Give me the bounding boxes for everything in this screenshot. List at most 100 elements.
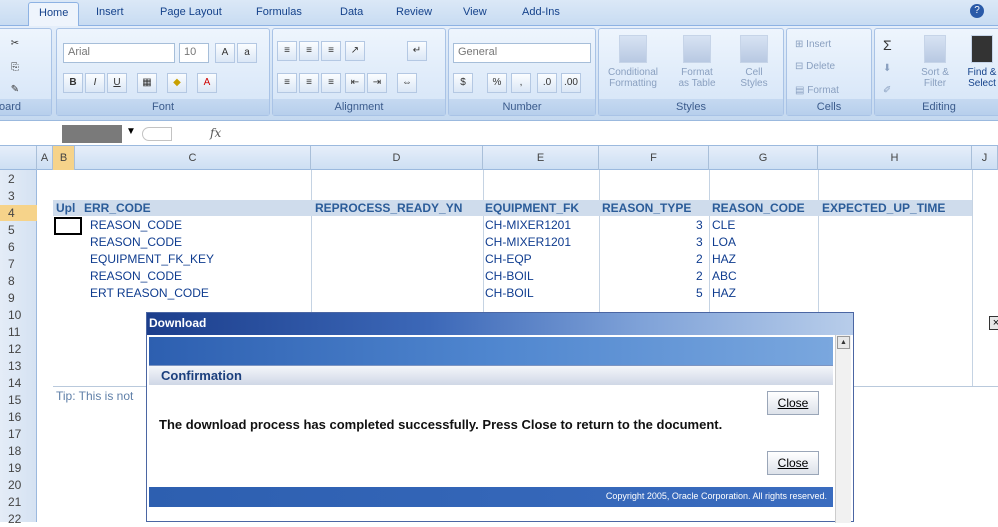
tab-page-layout[interactable]: Page Layout [160,6,222,18]
tab-home[interactable]: Home [28,2,80,27]
find-select-button[interactable]: Find & Select [959,35,998,89]
column-header-g[interactable]: G [709,146,818,170]
equipment-cell[interactable]: CH-EQP [485,251,532,267]
row-header[interactable]: 7 [0,256,37,272]
tab-add-ins[interactable]: Add-Ins [522,6,560,18]
grow-font-button[interactable]: A [215,43,235,63]
row-header[interactable]: 15 [0,392,37,408]
row-header[interactable]: 14 [0,375,37,391]
increase-indent-icon[interactable]: ⇥ [367,73,387,93]
name-box[interactable] [62,125,122,143]
row-header[interactable]: 10 [0,307,37,323]
autosum-button[interactable]: Σ [883,37,892,53]
row-header[interactable]: 4 [0,205,37,221]
font-color-icon[interactable]: A [197,73,217,93]
decrease-indent-icon[interactable]: ⇤ [345,73,365,93]
increase-decimal-icon[interactable]: .0 [537,73,557,93]
currency-button[interactable]: $ [453,73,473,93]
tab-data[interactable]: Data [340,6,363,18]
row-header[interactable]: 13 [0,358,37,374]
delete-cells-button[interactable]: ⊟ Delete [795,61,835,72]
close-button-top[interactable]: Close [767,391,819,415]
row-header[interactable]: 3 [0,188,37,204]
err-code-cell[interactable]: REASON_CODE [90,268,182,284]
row-header[interactable]: 5 [0,222,37,238]
row-header[interactable]: 18 [0,443,37,459]
row-header[interactable]: 17 [0,426,37,442]
percent-button[interactable]: % [487,73,507,93]
wrap-text-icon[interactable]: ↵ [407,41,427,61]
formula-input[interactable] [230,125,990,143]
insert-function-icon[interactable]: fx [210,126,221,140]
comma-button[interactable]: , [511,73,531,93]
row-header[interactable]: 11 [0,324,37,340]
align-center-icon[interactable]: ≡ [299,73,319,93]
close-icon[interactable]: × [989,316,998,330]
equipment-cell[interactable]: CH-MIXER1201 [485,234,571,250]
format-cells-button[interactable]: ▤ Format [795,85,839,96]
column-header-d[interactable]: D [311,146,483,170]
orientation-icon[interactable]: ↗ [345,41,365,61]
merge-center-icon[interactable]: ⇔ [397,73,417,93]
reason-type-cell[interactable]: 2 [696,251,703,267]
err-code-cell[interactable]: EQUIPMENT_FK_KEY [90,251,214,267]
formula-bar-expander[interactable] [142,127,172,141]
reason-code-cell[interactable]: HAZ [712,285,736,301]
decrease-decimal-icon[interactable]: .00 [561,73,581,93]
dialog-scrollbar[interactable]: ▲ [835,335,851,523]
column-header-f[interactable]: F [599,146,709,170]
row-header[interactable]: 19 [0,460,37,476]
sort-filter-button[interactable]: Sort & Filter [913,35,957,89]
tab-review[interactable]: Review [396,6,432,18]
close-button-bottom[interactable]: Close [767,451,819,475]
err-code-cell[interactable]: ERT REASON_CODE [90,285,209,301]
align-left-icon[interactable]: ≡ [277,73,297,93]
row-header[interactable]: 20 [0,477,37,493]
fill-color-icon[interactable]: ◆ [167,73,187,93]
cut-icon[interactable]: ✂ [5,35,25,55]
font-name-select[interactable]: Arial [63,43,175,63]
column-header-j[interactable]: J [972,146,998,170]
reason-code-cell[interactable]: ABC [712,268,737,284]
format-painter-icon[interactable]: ✎ [5,81,25,101]
equipment-cell[interactable]: CH-MIXER1201 [485,217,571,233]
column-header-h[interactable]: H [818,146,972,170]
reason-type-cell[interactable]: 3 [696,217,703,233]
err-code-cell[interactable]: REASON_CODE [90,217,182,233]
row-header[interactable]: 9 [0,290,37,306]
column-header-a[interactable]: A [37,146,53,170]
row-header[interactable]: 12 [0,341,37,357]
align-top-icon[interactable]: ≡ [277,41,297,61]
reason-type-cell[interactable]: 2 [696,268,703,284]
bold-button[interactable]: B [63,73,83,93]
fill-icon[interactable]: ⬇ [883,63,891,74]
column-header-e[interactable]: E [483,146,599,170]
help-icon[interactable]: ? [970,4,984,18]
column-header-b[interactable]: B [53,146,75,170]
select-all-corner[interactable] [0,146,37,170]
equipment-cell[interactable]: CH-BOIL [485,268,534,284]
row-header[interactable]: 21 [0,494,37,510]
row-header[interactable]: 22 [0,511,37,527]
row-header[interactable]: 6 [0,239,37,255]
column-header-c[interactable]: C [75,146,311,170]
align-middle-icon[interactable]: ≡ [299,41,319,61]
font-size-select[interactable]: 10 [179,43,209,63]
reason-type-cell[interactable]: 5 [696,285,703,301]
align-right-icon[interactable]: ≡ [321,73,341,93]
format-as-table-button[interactable]: Format as Table [671,35,723,89]
clear-icon[interactable]: ✐ [883,85,891,96]
tab-formulas[interactable]: Formulas [256,6,302,18]
row-header[interactable]: 16 [0,409,37,425]
borders-icon[interactable]: ▦ [137,73,157,93]
reason-code-cell[interactable]: HAZ [712,251,736,267]
equipment-cell[interactable]: CH-BOIL [485,285,534,301]
tab-insert[interactable]: Insert [96,6,124,18]
number-format-select[interactable]: General [453,43,591,63]
scroll-up-icon[interactable]: ▲ [837,336,850,349]
align-bottom-icon[interactable]: ≡ [321,41,341,61]
cell-styles-button[interactable]: Cell Styles [729,35,779,89]
name-box-dropdown-icon[interactable]: ▼ [126,126,136,137]
active-cell[interactable] [54,217,82,235]
copy-icon[interactable]: ⎘ [5,59,25,79]
